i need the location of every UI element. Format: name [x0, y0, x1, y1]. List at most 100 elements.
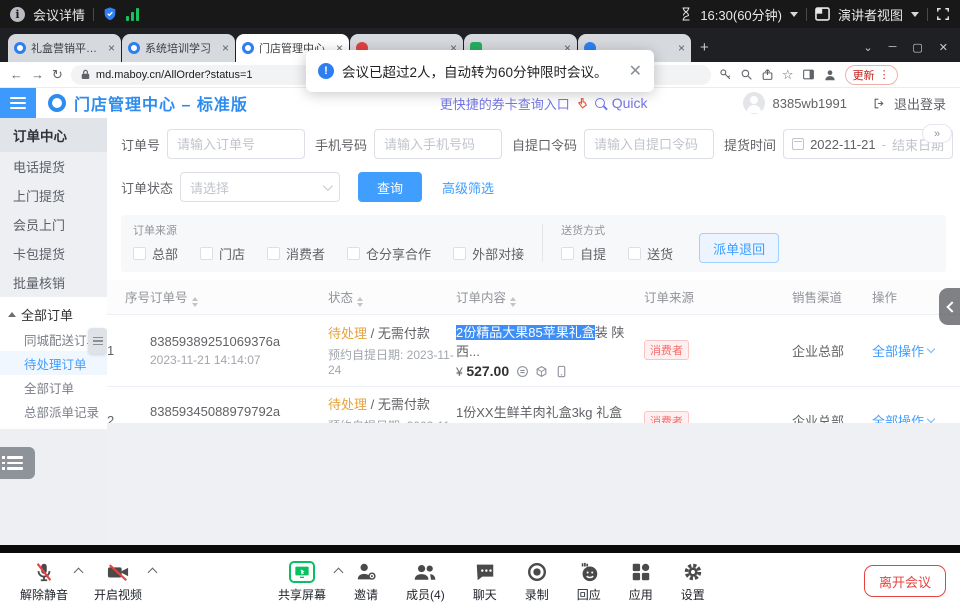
apps-button[interactable]: 应用	[629, 561, 653, 603]
chat-button[interactable]: 聊天	[473, 561, 497, 603]
tab-close-icon[interactable]: ×	[108, 41, 115, 55]
quick-entry-link[interactable]: 更快捷的券卡查询入口 Quick	[440, 94, 648, 113]
search-button[interactable]: 查询	[358, 172, 422, 202]
sidebar-item-card-pickup[interactable]: 卡包提货	[0, 239, 107, 268]
refresh-icon[interactable]: ↻	[52, 67, 63, 83]
checkbox-icon[interactable]	[453, 247, 466, 260]
start-video-button[interactable]: 开启视频	[94, 561, 142, 603]
tab-close-icon[interactable]: ×	[222, 41, 229, 55]
settings-button[interactable]: 设置	[681, 561, 705, 603]
window-close-icon[interactable]: ✕	[939, 41, 948, 54]
phone-icon[interactable]	[555, 365, 568, 378]
sort-icon[interactable]	[192, 297, 198, 307]
share-screen-button[interactable]: 共享屏幕	[278, 561, 326, 603]
share-icon[interactable]	[761, 68, 774, 81]
col-content[interactable]: 订单内容	[456, 280, 644, 314]
share-options-caret[interactable]	[334, 567, 344, 577]
bookmark-star-icon[interactable]: ☆	[782, 67, 794, 83]
checkbox-warehouse-share[interactable]: 仓分享合作	[347, 244, 431, 263]
col-status[interactable]: 状态	[328, 280, 456, 314]
checkbox-icon[interactable]	[200, 247, 213, 260]
checkbox-icon[interactable]	[133, 247, 146, 260]
checkbox-icon[interactable]	[267, 247, 280, 260]
filter-expander-button[interactable]: »	[922, 124, 952, 143]
window-minimize-icon[interactable]: ─	[889, 41, 897, 54]
checkbox-hq[interactable]: 总部	[133, 244, 178, 263]
dispatch-return-button[interactable]: 派单退回	[699, 233, 779, 263]
order-no-input[interactable]	[167, 129, 305, 159]
sidebar-item-phone-pickup[interactable]: 电话提货	[0, 152, 107, 181]
browser-tab-1[interactable]: 礼盒营销平台管理中心 ×	[8, 34, 121, 62]
checkbox-icon[interactable]	[347, 247, 360, 260]
key-icon[interactable]	[719, 68, 732, 81]
checkbox-store[interactable]: 门店	[200, 244, 245, 263]
date-start-value[interactable]: 2022-11-21	[810, 137, 876, 152]
tab-search-icon[interactable]: ⌄	[863, 41, 872, 54]
tab-close-icon[interactable]: ×	[678, 41, 685, 55]
unmute-button[interactable]: 解除静音	[20, 561, 68, 603]
security-shield-icon[interactable]	[102, 6, 118, 22]
checkbox-consumer[interactable]: 消费者	[267, 244, 325, 263]
phone-input[interactable]	[374, 129, 502, 159]
view-dropdown-icon[interactable]	[911, 12, 919, 17]
screen: i 会议详情 16:30(60分钟) 演讲者视图 礼盒营销平台管理中心 × 系统	[0, 0, 960, 610]
order-source-label: 订单来源	[133, 222, 524, 238]
window-maximize-icon[interactable]: ▢	[912, 41, 922, 54]
floating-list-button[interactable]	[0, 447, 35, 479]
new-tab-button[interactable]: +	[700, 39, 709, 56]
quick-entry-text[interactable]: 更快捷的券卡查询入口	[440, 94, 570, 113]
checkbox-delivery[interactable]: 送货	[628, 244, 673, 263]
panel-collapse-handle[interactable]	[939, 288, 960, 325]
network-signal-icon[interactable]	[126, 7, 139, 21]
sort-icon[interactable]	[357, 297, 363, 307]
browser-tab-2[interactable]: 系统培训学习 ×	[122, 34, 235, 62]
quick-search-icon	[595, 98, 606, 109]
notification-close-icon[interactable]: ✕	[629, 61, 642, 81]
members-button[interactable]: 成员(4)	[406, 561, 445, 603]
sidebar-item-pending-orders[interactable]: 待处理订单	[0, 351, 107, 375]
order-no-label: 订单号	[121, 135, 160, 154]
kebab-menu-icon[interactable]: ⋮	[879, 68, 890, 81]
sidebar-group-header[interactable]: 全部订单	[0, 301, 107, 327]
advanced-filter-link[interactable]: 高级筛选	[442, 178, 494, 197]
leave-meeting-button[interactable]: 离开会议	[864, 565, 946, 597]
sidebar-item-hq-dispatch-log[interactable]: 总部派单记录	[0, 399, 107, 423]
sort-icon[interactable]	[510, 297, 516, 307]
meeting-toolbar: 解除静音 开启视频 共享屏幕 邀请 成员(4)	[0, 553, 960, 610]
col-order-no[interactable]: 订单号	[150, 280, 328, 314]
quick-label[interactable]: Quick	[612, 95, 648, 111]
user-avatar[interactable]	[743, 92, 765, 114]
checkbox-external[interactable]: 外部对接	[453, 244, 524, 263]
zoom-icon[interactable]	[740, 68, 753, 81]
sidebar-item-all-orders[interactable]: 全部订单	[0, 375, 107, 399]
record-button[interactable]: 录制	[525, 561, 549, 603]
side-panel-icon[interactable]	[802, 68, 815, 81]
profile-icon[interactable]	[823, 68, 837, 82]
chrome-update-chip[interactable]: 更新⋮	[845, 65, 898, 85]
view-mode-label[interactable]: 演讲者视图	[838, 5, 903, 24]
sidebar-item-batch-verify[interactable]: 批量核销	[0, 268, 107, 297]
back-icon[interactable]: ←	[10, 67, 23, 82]
voucher-icon[interactable]	[516, 365, 529, 378]
mic-options-caret[interactable]	[74, 567, 84, 577]
checkbox-self-pickup[interactable]: 自提	[561, 244, 606, 263]
menu-toggle-button[interactable]	[0, 88, 36, 118]
timer-dropdown-icon[interactable]	[790, 12, 798, 17]
sidebar-item-member-visit[interactable]: 会员上门	[0, 210, 107, 239]
sidebar-item-door-pickup[interactable]: 上门提货	[0, 181, 107, 210]
checkbox-icon[interactable]	[628, 247, 641, 260]
pickup-code-input[interactable]	[584, 129, 714, 159]
meeting-info-icon[interactable]: i	[10, 7, 25, 22]
order-status-select[interactable]: 请选择	[180, 172, 340, 202]
package-icon[interactable]	[535, 365, 548, 378]
all-actions-dropdown[interactable]: 全部操作	[872, 341, 934, 360]
fullscreen-icon[interactable]	[936, 7, 950, 21]
logout-link[interactable]: 退出登录	[894, 94, 946, 113]
video-options-caret[interactable]	[148, 567, 158, 577]
forward-icon[interactable]: →	[31, 67, 44, 82]
meeting-details-label[interactable]: 会议详情	[33, 5, 85, 24]
sidebar-drag-handle[interactable]	[88, 328, 107, 354]
reactions-button[interactable]: 回应	[577, 561, 601, 603]
checkbox-icon[interactable]	[561, 247, 574, 260]
invite-button[interactable]: 邀请	[354, 561, 378, 603]
